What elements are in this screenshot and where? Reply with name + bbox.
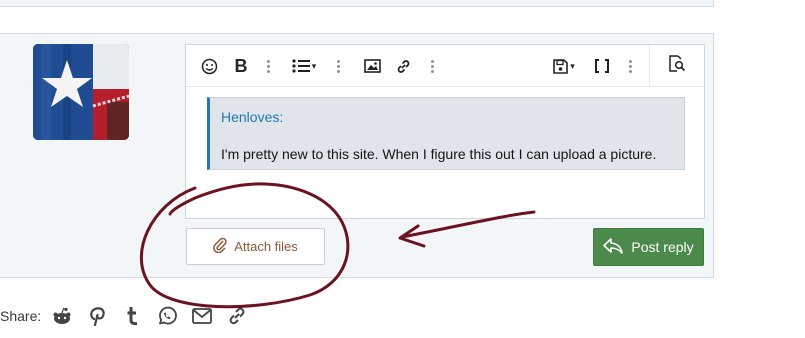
more-options-icon[interactable] bbox=[626, 55, 634, 77]
smilies-icon[interactable] bbox=[198, 55, 220, 77]
bbcode-toggle-icon[interactable] bbox=[592, 55, 612, 77]
editor-toolbar: B ▾ ▾ bbox=[186, 45, 704, 87]
previous-post-edge bbox=[0, 0, 714, 7]
avatar[interactable] bbox=[33, 44, 129, 140]
share-bar: Share: bbox=[0, 303, 261, 329]
more-options-icon[interactable] bbox=[428, 55, 436, 77]
share-label: Share: bbox=[0, 308, 42, 324]
email-icon[interactable] bbox=[191, 305, 213, 327]
quote-block: Henloves: I'm pretty new to this site. W… bbox=[207, 97, 685, 170]
whatsapp-icon[interactable] bbox=[156, 305, 178, 327]
chevron-down-icon: ▾ bbox=[570, 60, 575, 71]
post-reply-label: Post reply bbox=[631, 239, 694, 255]
list-icon bbox=[292, 59, 310, 73]
link-icon[interactable] bbox=[226, 305, 248, 327]
attach-files-button[interactable]: Attach files bbox=[186, 228, 325, 265]
quote-text: I'm pretty new to this site. When I figu… bbox=[221, 146, 657, 162]
list-dropdown-button[interactable]: ▾ bbox=[289, 55, 319, 77]
more-options-icon[interactable] bbox=[264, 55, 272, 77]
preview-icon bbox=[668, 54, 686, 77]
more-options-icon[interactable] bbox=[334, 55, 342, 77]
preview-button[interactable] bbox=[649, 45, 704, 86]
image-icon[interactable] bbox=[362, 55, 382, 77]
paperclip-icon bbox=[213, 237, 227, 256]
link-icon[interactable] bbox=[393, 55, 413, 77]
bold-button[interactable]: B bbox=[232, 55, 250, 77]
post-reply-button[interactable]: Post reply bbox=[593, 228, 704, 266]
save-icon bbox=[553, 58, 569, 74]
pinterest-icon[interactable] bbox=[86, 305, 108, 327]
quote-author[interactable]: Henloves: bbox=[221, 109, 283, 125]
texas-flag-avatar-image bbox=[33, 44, 129, 140]
reply-icon bbox=[603, 237, 624, 257]
tumblr-icon[interactable] bbox=[121, 305, 143, 327]
attach-files-label: Attach files bbox=[234, 239, 298, 254]
chevron-down-icon: ▾ bbox=[311, 60, 317, 71]
reddit-icon[interactable] bbox=[51, 305, 73, 327]
drafts-dropdown-button[interactable]: ▾ bbox=[549, 55, 579, 77]
message-editor[interactable]: B ▾ ▾ Henloves: I'm pretty new to this s… bbox=[185, 44, 705, 219]
